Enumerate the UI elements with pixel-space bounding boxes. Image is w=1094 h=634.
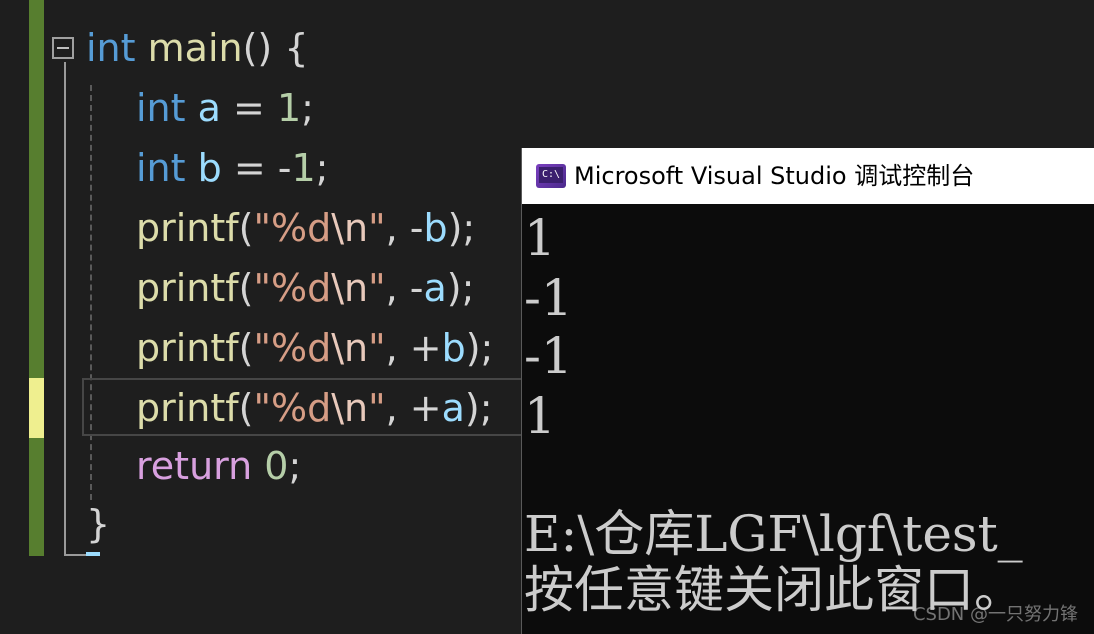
string-literal: "%d [253, 206, 332, 250]
punctuation: ); [447, 206, 476, 250]
variable: b [441, 326, 466, 370]
fold-region-line [64, 62, 66, 556]
punctuation: ); [446, 266, 475, 310]
punctuation: ( [238, 326, 254, 370]
escape-sequence: \n [331, 266, 369, 310]
console-title: Microsoft Visual Studio 调试控制台 [574, 162, 975, 190]
operator: , - [385, 206, 424, 250]
number: 1 [291, 146, 316, 190]
operator: , + [385, 386, 442, 430]
operator: = - [221, 146, 292, 190]
operator: , - [385, 266, 424, 310]
code-line-2[interactable]: int a = 1; [136, 78, 314, 138]
collapse-minus-icon[interactable] [52, 37, 74, 59]
console-output-area[interactable]: 1 -1 -1 1 E:\仓库LGF\lgf\test_ 按任意键关闭此窗口。 [522, 204, 1094, 634]
string-literal: " [368, 266, 386, 310]
escape-sequence: \n [331, 206, 369, 250]
punctuation: ( [238, 206, 254, 250]
variable: a [441, 386, 465, 430]
punctuation: ; [315, 146, 329, 190]
punctuation: () { [242, 26, 309, 70]
change-indicator-unsaved [29, 378, 44, 438]
string-literal: " [368, 326, 386, 370]
punctuation: ; [288, 444, 302, 488]
punctuation: ); [465, 326, 494, 370]
number: 0 [264, 444, 289, 488]
variable: b [197, 146, 222, 190]
function-name: printf [136, 386, 239, 430]
closing-brace: } [86, 502, 111, 546]
code-line-9[interactable]: } [86, 494, 110, 554]
string-literal: "%d [253, 386, 332, 430]
change-indicator-saved [29, 0, 44, 378]
variable: a [197, 86, 221, 130]
operator: , + [385, 326, 442, 370]
punctuation: ( [238, 266, 254, 310]
output-line: 1 [524, 209, 556, 267]
string-literal: "%d [253, 326, 332, 370]
indent-guide [90, 85, 92, 500]
code-line-8[interactable]: return 0; [136, 436, 301, 496]
string-literal: " [368, 206, 386, 250]
console-icon-glyph: C:\ [539, 167, 563, 183]
debug-console-window[interactable]: C:\ Microsoft Visual Studio 调试控制台 1 -1 -… [521, 148, 1094, 634]
string-literal: " [368, 386, 386, 430]
function-name: printf [136, 266, 239, 310]
escape-sequence: \n [331, 326, 369, 370]
function-name: printf [136, 326, 239, 370]
output-line: 1 [524, 387, 556, 445]
code-line-1[interactable]: int main() { [86, 18, 309, 78]
variable: a [423, 266, 447, 310]
fold-region-end [64, 554, 86, 556]
punctuation: ); [464, 386, 493, 430]
function-name: printf [136, 206, 239, 250]
number: 1 [276, 86, 302, 130]
console-titlebar[interactable]: C:\ Microsoft Visual Studio 调试控制台 [522, 148, 1094, 204]
string-literal: "%d [253, 266, 332, 310]
code-line-3[interactable]: int b = -1; [136, 138, 328, 198]
escape-sequence: \n [331, 386, 369, 430]
punctuation: ; [301, 86, 314, 130]
text-caret [86, 552, 100, 556]
operator: = [220, 86, 277, 130]
change-indicator-saved [29, 438, 44, 556]
code-line-5[interactable]: printf("%d\n", -a); [136, 258, 474, 318]
function-name: main [147, 26, 243, 70]
watermark: CSDN @一只努力锋 [912, 604, 1078, 625]
console-app-icon: C:\ [536, 164, 566, 188]
keyword-control: return [136, 444, 253, 488]
code-line-4[interactable]: printf("%d\n", -b); [136, 198, 475, 258]
keyword: int [136, 146, 186, 190]
exit-path-line: E:\仓库LGF\lgf\test_ [524, 505, 1023, 563]
code-line-6[interactable]: printf("%d\n", +b); [136, 318, 493, 378]
output-line: -1 [524, 269, 573, 327]
keyword: int [136, 86, 186, 130]
code-line-7[interactable]: printf("%d\n", +a); [136, 378, 493, 438]
variable: b [423, 206, 448, 250]
punctuation: ( [238, 386, 254, 430]
keyword: int [86, 26, 136, 70]
output-line: -1 [524, 327, 573, 385]
